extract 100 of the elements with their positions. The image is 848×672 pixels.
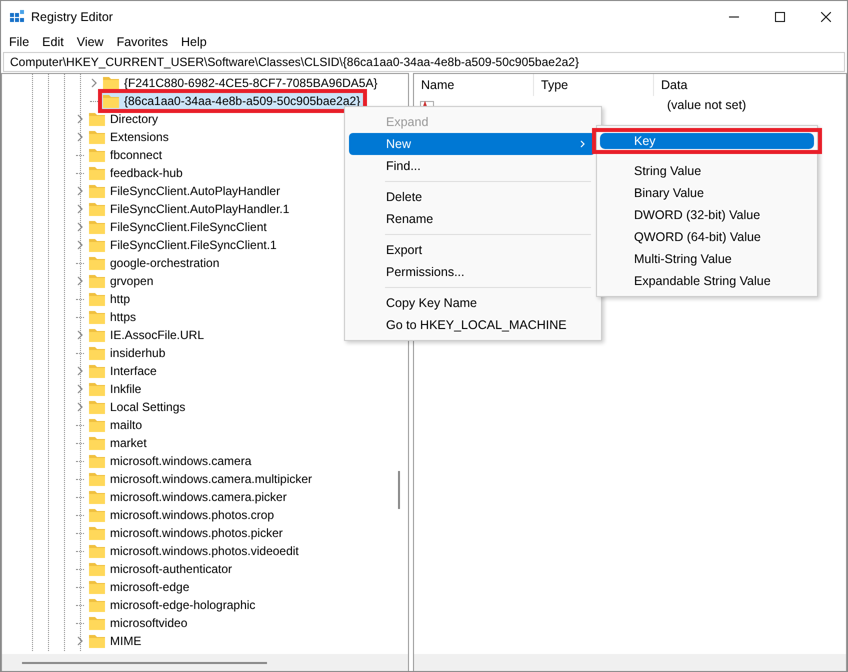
tree-item[interactable]: https	[88, 309, 140, 325]
expand-chevron-icon[interactable]	[76, 366, 84, 376]
menu-item[interactable]: Multi-String Value	[600, 248, 814, 270]
tree-item[interactable]: http	[88, 291, 134, 307]
folder-icon	[88, 255, 106, 271]
tree-item[interactable]: Extensions	[88, 129, 172, 145]
address-field[interactable]: Computer\HKEY_CURRENT_USER\Software\Classes\CLSID\{86ca1aa0-34aa-4e8b-a509-50c905bae2a2}	[3, 52, 845, 72]
tree-item[interactable]: fbconnect	[88, 147, 166, 163]
folder-icon	[88, 597, 106, 613]
tree-item[interactable]: FileSyncClient.AutoPlayHandler.1	[88, 201, 292, 217]
folder-icon	[88, 417, 106, 433]
tree-item[interactable]: grvopen	[88, 273, 156, 289]
folder-icon	[88, 507, 106, 523]
folder-icon	[102, 93, 120, 109]
window-title: Registry Editor	[31, 10, 113, 24]
expand-chevron-icon[interactable]	[76, 330, 84, 340]
tree-item[interactable]: microsoft.windows.camera	[88, 453, 254, 469]
menu-item[interactable]: String Value	[600, 160, 814, 182]
tree-item[interactable]: FileSyncClient.FileSyncClient.1	[88, 237, 280, 253]
tree-item[interactable]: FileSyncClient.FileSyncClient	[88, 219, 270, 235]
folder-icon	[88, 111, 106, 127]
menu-item[interactable]: View	[76, 35, 110, 49]
folder-icon	[102, 75, 120, 91]
tree-item[interactable]: insiderhub	[88, 345, 168, 361]
menu-item[interactable]: Find...	[349, 155, 595, 177]
folder-icon	[88, 201, 106, 217]
folder-icon	[88, 273, 106, 289]
menu-item[interactable]: Binary Value	[600, 182, 814, 204]
folder-icon	[88, 435, 106, 451]
expand-chevron-icon[interactable]	[90, 78, 98, 88]
folder-icon	[88, 453, 106, 469]
column-header[interactable]: Type	[534, 74, 654, 96]
menu-item[interactable]: Edit	[42, 35, 70, 49]
folder-icon	[88, 471, 106, 487]
tree-item[interactable]: {86ca1aa0-34aa-4e8b-a509-50c905bae2a2}	[102, 93, 364, 109]
expand-chevron-icon[interactable]	[76, 402, 84, 412]
tree-item[interactable]: Interface	[88, 363, 160, 379]
tree-item[interactable]: IE.AssocFile.URL	[88, 327, 208, 343]
menu-item[interactable]: Favorites	[116, 35, 174, 49]
folder-icon	[88, 615, 106, 631]
folder-icon	[88, 327, 106, 343]
menu-item[interactable]: QWORD (64-bit) Value	[600, 226, 814, 248]
menu-item[interactable]: File	[9, 35, 36, 49]
expand-chevron-icon[interactable]	[76, 186, 84, 196]
menu-item[interactable]: Help	[180, 35, 213, 49]
folder-icon	[88, 291, 106, 307]
registry-app-icon	[9, 9, 25, 25]
tree-item[interactable]: FileSyncClient.AutoPlayHandler	[88, 183, 284, 199]
tree-item[interactable]: microsoft-edge-holographic	[88, 597, 258, 613]
menu-item[interactable]: Key	[600, 133, 814, 149]
folder-icon	[88, 237, 106, 253]
tree-item[interactable]: microsoft.windows.camera.multipicker	[88, 471, 316, 487]
tree-item[interactable]: Inkfile	[88, 381, 144, 397]
value-data: (value not set)	[666, 98, 746, 112]
tree-item[interactable]: microsoft.windows.photos.picker	[88, 525, 286, 541]
menu-item[interactable]: DWORD (32-bit) Value	[600, 204, 814, 226]
expand-chevron-icon[interactable]	[76, 204, 84, 214]
folder-icon	[88, 579, 106, 595]
expand-chevron-icon[interactable]	[76, 636, 84, 646]
menu-item[interactable]: Export	[349, 239, 595, 261]
tree-item[interactable]: market	[88, 435, 150, 451]
expand-chevron-icon[interactable]	[76, 132, 84, 142]
tree-item[interactable]: microsoft-authenticator	[88, 561, 236, 577]
tree-item[interactable]: microsoft.windows.camera.picker	[88, 489, 290, 505]
expand-chevron-icon[interactable]	[76, 114, 84, 124]
scrollbar-thumb[interactable]	[398, 471, 400, 509]
folder-icon	[88, 633, 106, 649]
tree-item[interactable]: google-orchestration	[88, 255, 222, 271]
tree-item[interactable]: feedback-hub	[88, 165, 186, 181]
tree-item[interactable]: microsoftvideo	[88, 615, 190, 631]
tree-item[interactable]: microsoft.windows.photos.crop	[88, 507, 278, 523]
folder-icon	[88, 489, 106, 505]
expand-chevron-icon[interactable]	[76, 222, 84, 232]
expand-chevron-icon[interactable]	[76, 384, 84, 394]
tree-item[interactable]: mailto	[88, 417, 146, 433]
tree-item[interactable]: {F241C880-6982-4CE5-8CF7-7085BA96DA5A}	[102, 75, 380, 91]
folder-icon	[88, 147, 106, 163]
tree-item[interactable]: Local Settings	[88, 399, 188, 415]
column-header[interactable]: Data	[654, 74, 688, 96]
tree-item[interactable]: Directory	[88, 111, 162, 127]
scrollbar-thumb[interactable]	[22, 662, 267, 664]
expand-chevron-icon[interactable]	[76, 276, 84, 286]
menu-item[interactable]: Go to HKEY_LOCAL_MACHINE	[349, 314, 595, 336]
folder-icon	[88, 309, 106, 325]
menu-item[interactable]: Copy Key Name	[349, 292, 595, 314]
folder-icon	[88, 219, 106, 235]
menu-item[interactable]: New	[349, 133, 595, 155]
folder-icon	[88, 399, 106, 415]
menu-item[interactable]: Rename	[349, 208, 595, 230]
folder-icon	[88, 363, 106, 379]
menu-item[interactable]: Permissions...	[349, 261, 595, 283]
close-icon[interactable]	[821, 12, 831, 22]
menu-item[interactable]: Delete	[349, 186, 595, 208]
menu-item[interactable]: Expandable String Value	[600, 270, 814, 292]
expand-chevron-icon[interactable]	[76, 240, 84, 250]
tree-item[interactable]: microsoft.windows.photos.videoedit	[88, 543, 302, 559]
tree-item[interactable]: MIME	[88, 633, 144, 649]
column-header[interactable]: Name	[414, 74, 534, 96]
maximize-icon[interactable]	[775, 12, 785, 22]
tree-item[interactable]: microsoft-edge	[88, 579, 192, 595]
